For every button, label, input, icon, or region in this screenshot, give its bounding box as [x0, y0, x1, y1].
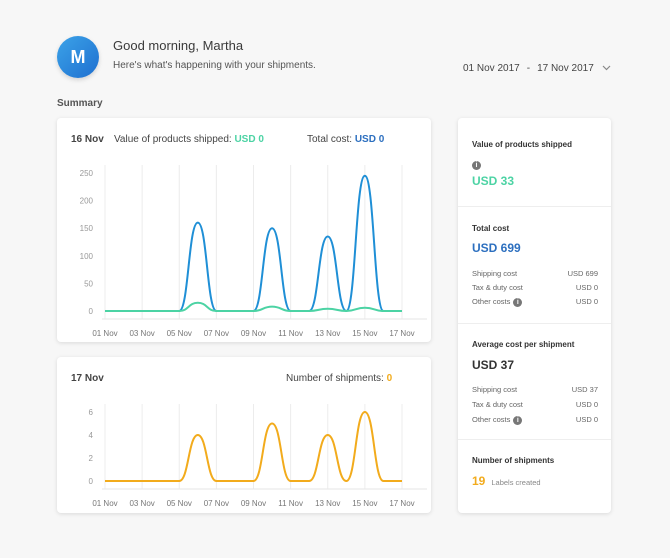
shipments-chart-x-tick: 13 Nov — [315, 499, 340, 508]
avg-cost-total: USD 37 — [472, 358, 515, 372]
value-chart-x-tick: 09 Nov — [241, 329, 266, 338]
avg-cost-section: Average cost per shipment USD 37 Shippin… — [458, 324, 611, 440]
date-range-separator: - — [526, 63, 531, 74]
cost-row-tax: Tax & duty cost USD 0 — [472, 283, 598, 292]
shipments-title: Number of shipments — [472, 456, 555, 465]
value-chart-x-tick: 01 Nov — [92, 329, 117, 338]
avg-other-costs-info-icon[interactable]: i — [513, 415, 523, 425]
value-cost-line-chart: 250 200 150 100 50 0 01 Nov 03 Nov 05 Nov 07 Nov 0… — [80, 165, 427, 338]
summary-heading: Summary — [57, 98, 103, 109]
shipments-chart-x-tick: 07 Nov — [204, 499, 229, 508]
value-chart-y-tick: 200 — [80, 197, 94, 206]
value-shipped-section: Value of products shipped i USD 33 — [458, 118, 611, 207]
value-chart-y-tick: 50 — [84, 279, 93, 288]
shipments-chart-x-tick: 03 Nov — [129, 499, 154, 508]
value-chart-x-tick: 07 Nov — [204, 329, 229, 338]
other-costs-info-icon[interactable]: i — [513, 297, 523, 307]
shipments-chart-y-tick: 0 — [89, 477, 94, 486]
date-range-picker[interactable]: 01 Nov 2017 - 17 Nov 2017 — [463, 63, 611, 74]
greeting: Good morning, Martha — [113, 38, 244, 53]
value-chart-x-tick: 15 Nov — [352, 329, 377, 338]
shipments-chart-x-tick: 01 Nov — [92, 499, 117, 508]
total-cost-total: USD 699 — [472, 241, 521, 255]
value-shipped-title: Value of products shipped — [472, 140, 573, 149]
shipments-line-chart: 6 4 2 0 01 Nov 03 Nov 05 Nov 07 Nov 09 Nov 11 Nov… — [89, 404, 427, 508]
avg-row-other: Other costs i USD 0 — [472, 415, 598, 425]
shipments-total: 19 Labels created — [472, 474, 541, 488]
value-shipped-info-icon[interactable]: i — [472, 154, 481, 172]
value-chart-x-tick: 17 Nov — [389, 329, 414, 338]
chevron-down-icon — [602, 63, 611, 74]
value-chart-x-tick: 13 Nov — [315, 329, 340, 338]
value-chart-y-tick: 250 — [80, 169, 94, 178]
total-cost-section: Total cost USD 699 Shipping cost USD 699 … — [458, 207, 611, 324]
value-chart-x-tick: 03 Nov — [129, 329, 154, 338]
shipments-chart-card: 17 Nov Number of shipments: 0 6 4 2 0 01 Nov… — [57, 357, 431, 513]
value-chart-x-tick: 11 Nov — [278, 329, 303, 338]
total-cost-title: Total cost — [472, 224, 510, 233]
value-chart-x-tick: 05 Nov — [167, 329, 192, 338]
avg-cost-title: Average cost per shipment — [472, 340, 575, 349]
value-shipped-total: USD 33 — [472, 174, 515, 188]
labels-created-text: Labels created — [491, 478, 541, 487]
avg-row-tax: Tax & duty cost USD 0 — [472, 400, 598, 409]
value-chart-card: 16 Nov Value of products shipped: USD 0 … — [57, 118, 431, 342]
cost-row-shipping: Shipping cost USD 699 — [472, 269, 598, 278]
shipments-chart-x-tick: 11 Nov — [278, 499, 303, 508]
avatar: M — [57, 36, 99, 78]
date-range-start: 01 Nov 2017 — [463, 63, 520, 74]
cost-row-other: Other costs i USD 0 — [472, 297, 598, 307]
shipments-chart-y-tick: 4 — [89, 431, 94, 440]
shipments-chart-x-tick: 17 Nov — [389, 499, 414, 508]
shipments-chart-y-tick: 2 — [89, 454, 94, 463]
shipments-chart-x-tick: 15 Nov — [352, 499, 377, 508]
shipments-chart-x-tick: 09 Nov — [241, 499, 266, 508]
avg-row-shipping: Shipping cost USD 37 — [472, 385, 598, 394]
greeting-subtext: Here's what's happening with your shipme… — [113, 60, 316, 71]
date-range-end: 17 Nov 2017 — [537, 63, 594, 74]
value-chart-y-tick: 100 — [80, 252, 94, 261]
shipments-chart-x-tick: 05 Nov — [167, 499, 192, 508]
value-chart-y-tick: 150 — [80, 224, 94, 233]
value-chart-y-tick: 0 — [89, 307, 94, 316]
shipments-chart-y-tick: 6 — [89, 408, 94, 417]
summary-side-card: Value of products shipped i USD 33 Total… — [458, 118, 611, 513]
shipments-section: Number of shipments 19 Labels created — [458, 440, 611, 513]
